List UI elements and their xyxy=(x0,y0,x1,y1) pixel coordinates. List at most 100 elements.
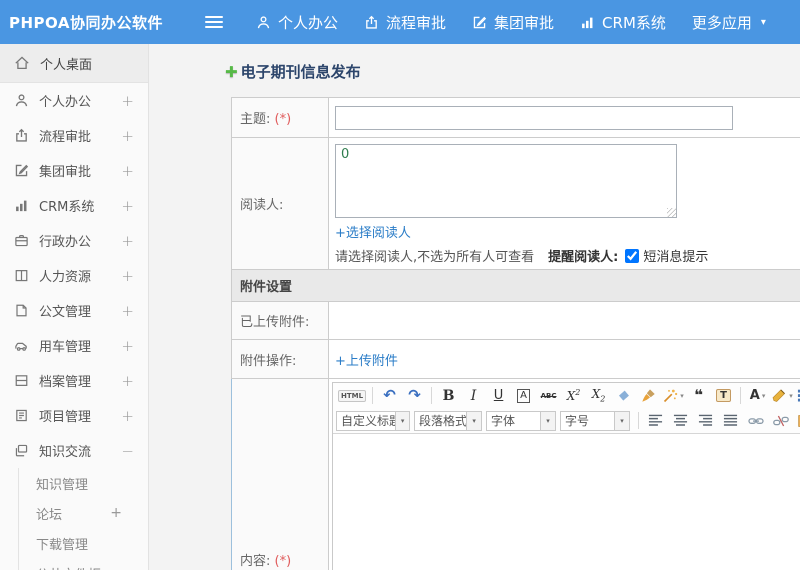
expand-icon[interactable]: + xyxy=(121,407,134,425)
unlink-button[interactable] xyxy=(769,411,792,431)
readers-textarea[interactable]: 0 xyxy=(335,144,677,218)
custom-title-select[interactable]: 自定义标题 ▾ xyxy=(336,410,410,431)
align-left-button[interactable] xyxy=(644,411,667,431)
justify-button[interactable] xyxy=(719,411,742,431)
user-icon xyxy=(14,93,29,108)
highlight-button[interactable]: ▾ xyxy=(771,386,794,406)
redo-button[interactable]: ↷ xyxy=(403,386,426,406)
ordered-list-button[interactable]: ▾ xyxy=(796,386,800,406)
expand-icon[interactable]: + xyxy=(121,302,134,320)
sidebar-item-process-approval[interactable]: 流程审批 + xyxy=(0,118,148,153)
sidebar-item-label: 档案管理 xyxy=(39,375,92,390)
remind-readers-label: 提醒阅读人: xyxy=(548,250,619,265)
font-size-select[interactable]: 字号 ▾ xyxy=(560,410,630,431)
bold-button[interactable]: B xyxy=(437,386,460,406)
expand-icon[interactable]: + xyxy=(121,92,134,110)
upload-attachment-link[interactable]: +上传附件 xyxy=(335,354,398,369)
undo-button[interactable]: ↶ xyxy=(378,386,401,406)
process-icon xyxy=(14,128,29,143)
nav-group-approval[interactable]: 集团审批 xyxy=(459,0,567,44)
sidebar-item-label: 行政办公 xyxy=(39,235,92,250)
insert-image-button[interactable] xyxy=(794,411,800,431)
font-color-button[interactable]: A ▾ xyxy=(746,386,769,406)
superscript-button[interactable]: X2 xyxy=(562,386,585,406)
uploaded-attachments-cell xyxy=(328,301,800,340)
caret-down-icon[interactable]: ▾ xyxy=(540,411,555,430)
sidebar-subitem-public-cabinet[interactable]: 公共文件柜 xyxy=(19,558,148,570)
format-painter-button[interactable] xyxy=(637,386,660,406)
attachment-action-label-cell: 附件操作: xyxy=(231,339,329,379)
required-mark: (*) xyxy=(274,112,292,127)
font-family-select[interactable]: 字体 ▾ xyxy=(486,410,556,431)
expand-icon[interactable]: + xyxy=(121,337,134,355)
sidebar-item-crm-system[interactable]: CRM系统 + xyxy=(0,188,148,223)
sidebar-item-admin-office[interactable]: 行政办公 + xyxy=(0,223,148,258)
expand-icon[interactable]: + xyxy=(121,267,134,285)
sidebar-subitem-download-mgmt[interactable]: 下载管理 xyxy=(19,528,148,558)
nav-process-approval[interactable]: 流程审批 xyxy=(351,0,459,44)
collapse-icon[interactable]: − xyxy=(121,442,134,460)
expand-icon[interactable]: + xyxy=(121,127,134,145)
sidebar-item-human-resources[interactable]: 人力资源 + xyxy=(0,258,148,293)
select-readers-link[interactable]: +选择阅读人 xyxy=(335,226,411,241)
sms-remind-label: 短消息提示 xyxy=(643,250,709,265)
auto-typeset-button[interactable]: ▾ xyxy=(662,386,685,406)
font-border-button[interactable]: A xyxy=(512,386,535,406)
subject-input[interactable] xyxy=(335,105,733,130)
attachment-action-cell: +上传附件 xyxy=(328,339,800,379)
sidebar-item-archive-mgmt[interactable]: 档案管理 + xyxy=(0,363,148,398)
paragraph-select[interactable]: 段落格式 ▾ xyxy=(414,410,482,431)
paste-text-button[interactable]: T xyxy=(712,386,735,406)
expand-icon[interactable]: + xyxy=(121,232,134,250)
expand-icon[interactable]: + xyxy=(110,505,122,521)
sms-remind-checkbox[interactable] xyxy=(625,248,640,263)
nav-crm-system[interactable]: CRM系统 xyxy=(567,0,679,44)
app-window: PHPOA协同办公软件 个人办公 流程审批 集团审批 CRM系统 更多应用 ▾ 个人桌面个… xyxy=(0,0,800,570)
menu-toggle-button[interactable] xyxy=(205,15,223,29)
strike-icon: ABC xyxy=(540,391,557,400)
caret-down-icon[interactable]: ▾ xyxy=(395,411,409,430)
expand-icon[interactable]: + xyxy=(121,372,134,390)
source-code-button[interactable]: HTML xyxy=(337,386,367,406)
add-icon: ✚ xyxy=(225,62,238,81)
link-button[interactable] xyxy=(744,411,767,431)
sidebar-subitem-label: 论坛 xyxy=(36,507,63,523)
archive-icon xyxy=(14,373,29,388)
sidebar-item-personal-office[interactable]: 个人办公 + xyxy=(0,83,148,118)
sidebar-subitem-knowledge-mgmt[interactable]: 知识管理 xyxy=(19,468,148,498)
sidebar-subitem-forum[interactable]: 论坛 + xyxy=(19,498,148,528)
toolbar-separator xyxy=(740,387,742,404)
subject-field-cell xyxy=(328,97,800,138)
editor-content-area[interactable] xyxy=(333,434,800,570)
sidebar-item-group-approval[interactable]: 集团审批 + xyxy=(0,153,148,188)
subscript-button[interactable]: X2 xyxy=(587,386,610,406)
align-right-button[interactable] xyxy=(694,411,717,431)
sidebar-item-document-mgmt[interactable]: 公文管理 + xyxy=(0,293,148,328)
strikethrough-button[interactable]: ABC xyxy=(537,386,560,406)
content-label-cell: 内容: (*) xyxy=(231,378,329,570)
align-center-button[interactable] xyxy=(669,411,692,431)
wand-icon xyxy=(663,388,678,403)
sidebar-item-knowledge-exchange[interactable]: 知识交流 − xyxy=(0,433,148,468)
sidebar-item-project-mgmt[interactable]: 项目管理 + xyxy=(0,398,148,433)
sidebar-subitem-label: 知识管理 xyxy=(36,477,89,493)
nav-more-apps[interactable]: 更多应用 ▾ xyxy=(679,0,779,44)
underline-button[interactable]: U xyxy=(487,386,510,406)
underline-icon: U xyxy=(493,388,504,403)
blockquote-button[interactable]: ❝ xyxy=(687,386,710,406)
caret-down-icon[interactable]: ▾ xyxy=(614,411,629,430)
caret-down-icon[interactable]: ▾ xyxy=(466,411,481,430)
expand-icon[interactable]: + xyxy=(121,197,134,215)
undo-icon: ↶ xyxy=(383,386,396,404)
sidebar-subitem-label: 下载管理 xyxy=(36,537,89,553)
sidebar-item-vehicle-mgmt[interactable]: 用车管理 + xyxy=(0,328,148,363)
eraser-button[interactable]: ◆ xyxy=(612,386,635,406)
expand-icon[interactable]: + xyxy=(121,162,134,180)
nav-personal-office[interactable]: 个人办公 xyxy=(243,0,351,44)
readers-note-text: 请选择阅读人,不选为所有人可查看 xyxy=(335,250,535,265)
sidebar-item-personal-desktop[interactable]: 个人桌面 xyxy=(0,44,148,83)
italic-button[interactable]: I xyxy=(462,386,485,406)
doc-icon xyxy=(14,303,29,318)
attachment-action-label: 附件操作: xyxy=(240,353,297,369)
attachment-section-row: 附件设置 xyxy=(231,269,800,302)
